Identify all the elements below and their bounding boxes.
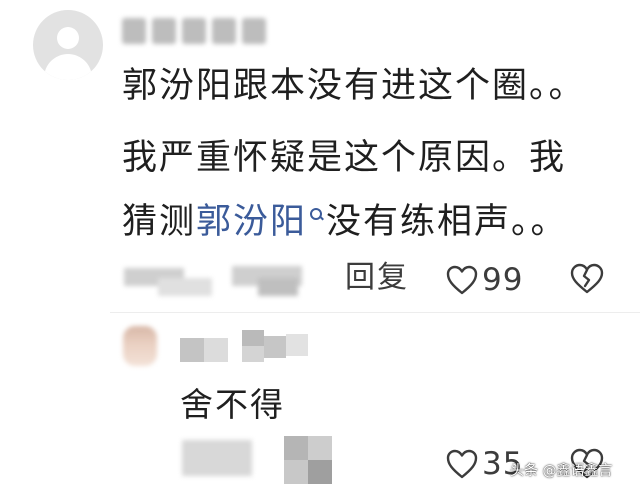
commenter-avatar[interactable] bbox=[33, 10, 103, 80]
heart-icon bbox=[446, 265, 478, 295]
like-count: 99 bbox=[482, 262, 524, 298]
comment-text-line-1: 郭汾阳跟本没有进这个圈。。 bbox=[122, 66, 586, 106]
reply-meta-redacted bbox=[180, 434, 340, 484]
heart-icon bbox=[446, 449, 478, 479]
commenter-name-redacted bbox=[122, 18, 266, 44]
reply-button[interactable]: 回复 bbox=[345, 258, 409, 298]
user-avatar-icon bbox=[57, 27, 79, 49]
comment-text-line-2: 我严重怀疑是这个原因。我 bbox=[122, 138, 567, 178]
search-link-label: 郭汾阳 bbox=[196, 202, 308, 242]
comment-text-before-link: 猜测 bbox=[122, 202, 197, 242]
search-link-person[interactable]: 郭汾阳 bbox=[196, 202, 326, 242]
reply-avatar[interactable] bbox=[123, 326, 157, 366]
search-icon bbox=[310, 208, 325, 221]
dislike-button[interactable] bbox=[570, 263, 604, 295]
like-button[interactable]: 99 bbox=[446, 262, 523, 298]
comment-meta-redacted bbox=[122, 262, 312, 296]
dislike-icon bbox=[570, 263, 604, 295]
comment-text-line-3: 猜测郭汾阳 没有练相声。。 bbox=[122, 200, 568, 244]
comment-text-after-link: 没有练相声。。 bbox=[326, 202, 568, 242]
reply-text: 舍不得 bbox=[180, 385, 285, 424]
watermark: 头条 @鑫语鑫言 bbox=[510, 463, 613, 479]
divider bbox=[110, 312, 640, 313]
